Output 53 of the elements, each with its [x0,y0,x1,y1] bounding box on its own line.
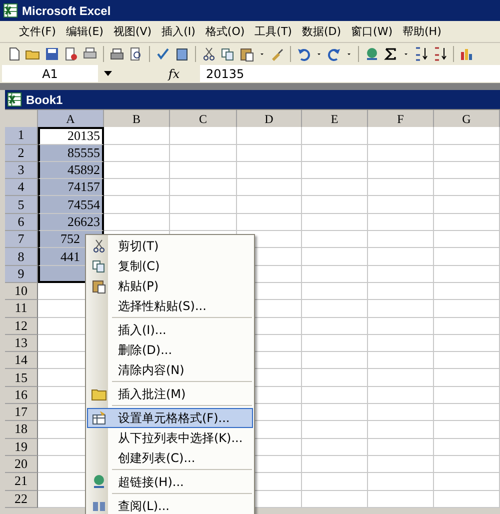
table-cell[interactable]: 20135 [38,127,104,145]
menu-item[interactable]: 工具(T) [250,24,297,39]
table-cell[interactable]: 85555 [38,144,104,162]
table-cell[interactable]: 74157 [38,179,104,196]
context-menu-item[interactable]: 查阅(L)... [87,496,253,514]
table-cell[interactable]: 26623 [38,214,104,232]
row-header[interactable]: 9 [5,266,38,283]
context-menu-item[interactable]: 创建列表(C)... [87,448,253,468]
context-menu-item[interactable]: 设置单元格格式(F)... [87,408,253,428]
row-header[interactable]: 20 [5,456,38,474]
context-menu-item[interactable]: 粘贴(P) [87,276,253,296]
row-header[interactable]: 2 [5,144,38,162]
function-label[interactable]: fx [148,66,200,80]
menu-item[interactable]: 数据(D) [296,24,346,39]
row-header[interactable]: 10 [5,282,38,300]
row-header[interactable]: 17 [5,404,38,422]
row-header[interactable]: 19 [5,438,38,456]
formula-field[interactable]: 20135 [200,65,500,82]
context-menu-item[interactable]: 清除内容(N) [87,360,253,380]
menu-item[interactable]: 帮助(H) [398,24,446,39]
menu-item[interactable]: 窗口(W) [346,24,398,39]
menu-item[interactable]: 视图(V) [108,24,157,39]
context-menu-item[interactable]: 插入批注(M) [87,384,253,404]
table-cell[interactable]: 45892 [38,162,104,180]
row-header[interactable]: 14 [5,352,38,370]
row-header[interactable]: 1 [5,127,38,145]
table-cell[interactable]: 74554 [38,196,104,214]
name-box[interactable]: A1 [2,65,98,82]
row-header[interactable]: 8 [5,248,38,266]
context-menu-item[interactable]: 选择性粘贴(S)... [87,296,253,316]
row-header[interactable]: 6 [5,214,38,232]
menu-item[interactable]: 插入(I) [156,24,200,39]
workbook-title: Book1 [26,92,63,106]
row-header[interactable]: 11 [5,300,38,318]
row-header[interactable]: 12 [5,318,38,335]
row-header[interactable]: 5 [5,196,38,214]
row-header[interactable]: 16 [5,386,38,404]
context-menu-item[interactable]: 从下拉列表中选择(K)... [87,428,253,448]
row-header[interactable]: 15 [5,369,38,387]
row-header[interactable]: 21 [5,473,38,491]
context-menu-item[interactable]: 删除(D)... [87,340,253,360]
row-header[interactable]: 7 [5,231,38,248]
context-menu-item[interactable]: 超链接(H)... [87,472,253,492]
menu-item[interactable]: 格式(O) [200,24,250,39]
row-header[interactable]: 3 [5,162,38,180]
row-header[interactable]: 13 [5,334,38,352]
menu-item[interactable]: 文件(F) [14,24,61,39]
context-menu-item[interactable]: 插入(I)... [87,320,253,340]
row-header[interactable]: 22 [5,490,38,508]
row-header[interactable]: 18 [5,421,38,439]
row-header[interactable]: 4 [5,179,38,196]
menu-item[interactable]: 编辑(E) [60,24,108,39]
window-title: Microsoft Excel [22,4,111,18]
